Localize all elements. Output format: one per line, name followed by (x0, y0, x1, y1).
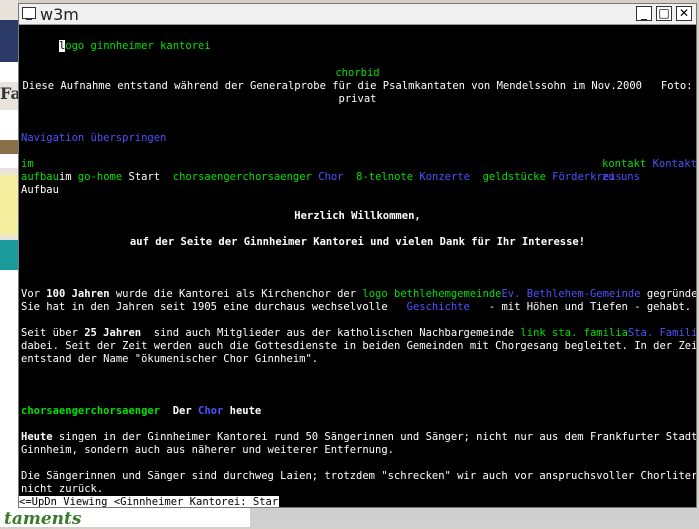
nav-kontakt-image-alt: kontakt (602, 158, 647, 170)
nav-konzerte-link[interactable]: Konzerte (419, 171, 470, 183)
photo-caption-line1: Diese Aufnahme entstand während der Gene… (22, 80, 693, 92)
paragraph-laien-line1: Die Sängerinnen und Sänger sind durchweg… (21, 470, 696, 482)
sta-familia-link[interactable]: Sta. Familia (628, 327, 696, 339)
bold-text: Heute (21, 431, 53, 443)
bethlehem-gemeinde-link[interactable]: Ev. Bethlehem-Gemeinde (501, 288, 640, 300)
nav-aufbau-text: Aufbau (21, 184, 59, 196)
chorbid-image-alt: chorbid (335, 67, 380, 79)
title-bar[interactable]: w3m _ □ ✕ (19, 4, 696, 25)
close-button[interactable]: ✕ (676, 6, 692, 21)
nav-zu-uns-link[interactable]: zu uns (602, 171, 640, 184)
status-line: <=UpDn Viewing <Ginnheimer Kantorei: Sta… (19, 496, 291, 507)
text: Der (160, 405, 199, 417)
nav-kontakt-row: kontakt Kontakt (602, 158, 696, 171)
text: wurde die Kantorei als Kirchenchor der (109, 288, 363, 300)
text: Vor (21, 288, 47, 300)
maximize-button[interactable]: □ (656, 6, 672, 21)
photo-caption-line2: privat (338, 93, 377, 105)
nav-aufbau-image-alt: aufbau (21, 171, 59, 183)
nav-im-text: im (58, 171, 72, 183)
paragraph-today-line2: Ginnheim, sondern auch aus näherer und w… (21, 444, 394, 456)
nav-geldstuecke-image[interactable]: geldstücke (483, 171, 546, 183)
chorsaenger-heading-image: chorsaengerchorsaenger (21, 405, 161, 417)
logo-alt-line[interactable]: logo ginnheimer kantorei (21, 27, 211, 66)
nav-start-current: Start (128, 171, 161, 183)
desktop-background-bottom: taments (0, 508, 699, 529)
desktop-background: Fag (0, 0, 18, 527)
logo-image-link[interactable]: ogo ginnheimer kantorei (65, 40, 210, 52)
text: sind auch Mitglieder aus der katholische… (141, 327, 521, 339)
background-panel (250, 508, 699, 527)
nav-telnote-image[interactable]: 8-telnote (356, 171, 413, 183)
geschichte-link[interactable]: Geschichte (407, 301, 470, 313)
bold-text: 25 Jahren (84, 327, 142, 339)
sta-familia-image-link[interactable]: link sta. familia (520, 327, 627, 339)
text: heute (223, 405, 262, 417)
main-navigation: aufbauim go-home Start chorsaengerchorsa… (21, 171, 622, 184)
paragraph-history-line1: Vor 100 Jahren wurde die Kantorei als Ki… (21, 288, 696, 301)
background-word: taments (4, 509, 82, 529)
paragraph-laien-line2: nicht zurück. (21, 483, 104, 495)
monitor-icon (22, 7, 36, 20)
section-heading-chor-heute: chorsaengerchorsaenger Der Chor heute (21, 405, 261, 418)
minimize-button[interactable]: _ (636, 6, 652, 21)
window-title: w3m (40, 5, 79, 24)
skip-navigation-link[interactable]: Navigation überspringen (21, 132, 166, 145)
text: singen in der Ginnheimer Kantorei rund 5… (52, 431, 696, 443)
welcome-heading: Herzlich Willkommen, (294, 210, 421, 222)
text: Seit über (21, 327, 85, 339)
paragraph-familia-line3: entstand der Name "ökumenischer Chor Gin… (21, 353, 319, 365)
text: gegründet. (646, 288, 696, 300)
background-text-fragment: Fag (0, 84, 18, 103)
browser-viewport[interactable]: logo ginnheimer kantorei chorbid Diese A… (19, 25, 696, 507)
nav-go-home-image[interactable]: go-home (78, 171, 122, 183)
text: - mit Höhen und Tiefen - gehabt. (469, 301, 692, 313)
paragraph-familia-line1: Seit über 25 Jahren sind auch Mitglieder… (21, 327, 696, 340)
bold-text: 100 Jahren (46, 288, 110, 300)
text: Sie hat in den Jahren seit 1905 eine dur… (21, 301, 407, 313)
nav-chor-link[interactable]: Chor (318, 171, 343, 183)
nav-kontakt-link[interactable]: Kontakt (653, 158, 696, 170)
paragraph-familia-line2: dabei. Seit der Zeit werden auch die Got… (21, 340, 696, 352)
nav-chorsaenger-image[interactable]: chorsaengerchorsaenger (173, 171, 312, 183)
welcome-subheading: auf der Seite der Ginnheimer Kantorei un… (129, 236, 586, 248)
chor-heading-link[interactable]: Chor (198, 405, 223, 417)
bethlehem-logo-image[interactable]: logo bethlehemgemeinde (362, 288, 501, 300)
terminal-window: w3m _ □ ✕ logo ginnheimer kantorei chorb… (18, 3, 697, 508)
paragraph-today-line1: Heute singen in der Ginnheimer Kantorei … (21, 431, 696, 444)
nav-im-image-alt: im (21, 158, 34, 170)
paragraph-history-line2: Sie hat in den Jahren seit 1905 eine dur… (21, 301, 691, 314)
